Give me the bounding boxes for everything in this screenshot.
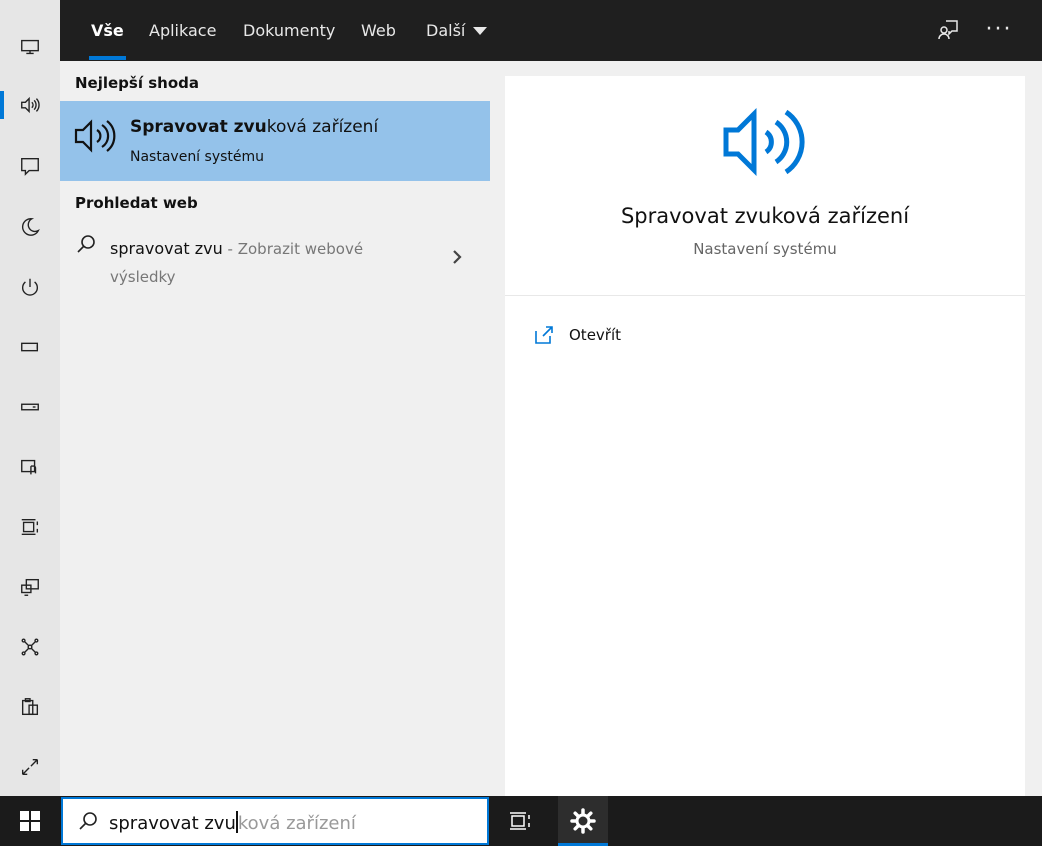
search-flyout: Vše Aplikace Dokumenty Web Další ··· Nej… bbox=[60, 0, 1042, 796]
rail-projecting[interactable] bbox=[0, 567, 60, 607]
best-match-item[interactable]: Spravovat zvuková zařízení Nastavení sys… bbox=[60, 101, 490, 181]
rail-tablet-mode[interactable] bbox=[0, 447, 60, 487]
search-autocomplete: ková zařízení bbox=[237, 813, 356, 834]
taskbar: spravovat zvu ková zařízení bbox=[0, 796, 1042, 846]
search-icon bbox=[77, 235, 95, 253]
rail-clipboard[interactable] bbox=[0, 687, 60, 727]
best-match-heading: Nejlepší shoda bbox=[75, 74, 199, 92]
rail-notifications[interactable] bbox=[0, 146, 60, 186]
tab-documents[interactable]: Dokumenty bbox=[226, 0, 352, 61]
rail-remote-desktop[interactable] bbox=[0, 747, 60, 787]
tab-apps[interactable]: Aplikace bbox=[132, 0, 233, 61]
gear-icon bbox=[570, 808, 596, 834]
rail-multitasking[interactable] bbox=[0, 507, 60, 547]
settings-rail bbox=[0, 0, 60, 796]
search-tab-bar: Vše Aplikace Dokumenty Web Další ··· bbox=[60, 0, 1042, 61]
tab-label: Vše bbox=[91, 21, 124, 40]
web-result-query: spravovat zvu bbox=[110, 239, 223, 258]
speaker-icon bbox=[723, 107, 805, 177]
sound-icon bbox=[21, 96, 40, 114]
task-view-button[interactable] bbox=[495, 796, 545, 846]
tab-label: Dokumenty bbox=[243, 21, 336, 40]
rail-sound[interactable] bbox=[0, 85, 60, 125]
chevron-right-icon[interactable] bbox=[450, 247, 464, 267]
rail-storage[interactable] bbox=[0, 387, 60, 427]
preview-subtitle: Nastavení systému bbox=[693, 240, 837, 258]
best-match-title-typed: Spravovat zvu bbox=[130, 117, 267, 137]
rail-power[interactable] bbox=[0, 267, 60, 307]
settings-taskbar-button[interactable] bbox=[558, 796, 608, 846]
clipboard-icon bbox=[21, 698, 39, 716]
preview-pane: Spravovat zvuková zařízení Nastavení sys… bbox=[505, 76, 1025, 796]
search-input[interactable]: spravovat zvu ková zařízení bbox=[109, 811, 356, 834]
shared-experiences-icon bbox=[21, 638, 39, 656]
preview-header: Spravovat zvuková zařízení Nastavení sys… bbox=[505, 76, 1025, 296]
open-label: Otevřít bbox=[569, 326, 622, 344]
tab-web[interactable]: Web bbox=[344, 0, 413, 61]
rail-focus-assist[interactable] bbox=[0, 207, 60, 247]
feedback-icon bbox=[938, 20, 958, 40]
tablet-mode-icon bbox=[21, 459, 37, 475]
power-icon bbox=[21, 278, 39, 296]
speaker-icon bbox=[74, 119, 116, 153]
focus-assist-moon-icon bbox=[21, 218, 40, 236]
tab-all[interactable]: Vše bbox=[74, 0, 141, 61]
screen: Vše Aplikace Dokumenty Web Další ··· Nej… bbox=[0, 0, 1042, 846]
tab-label: Další bbox=[426, 21, 466, 40]
more-options-button[interactable]: ··· bbox=[980, 12, 1018, 48]
web-result-item[interactable]: spravovat zvu - Zobrazit webové výsledky bbox=[60, 219, 490, 289]
tab-more[interactable]: Další bbox=[409, 0, 504, 61]
best-match-subtitle: Nastavení systému bbox=[130, 149, 265, 165]
storage-icon bbox=[21, 403, 39, 411]
notifications-icon bbox=[21, 157, 39, 176]
feedback-button[interactable] bbox=[929, 12, 967, 48]
rail-battery[interactable] bbox=[0, 327, 60, 367]
rail-shared-experiences[interactable] bbox=[0, 627, 60, 667]
results-list: Nejlepší shoda Spravovat zvuková zařízen… bbox=[60, 61, 490, 796]
tab-label: Web bbox=[361, 21, 396, 40]
taskbar-search-box[interactable]: spravovat zvu ková zařízení bbox=[61, 797, 489, 845]
best-match-title-rest: ková zařízení bbox=[266, 117, 379, 137]
task-view-icon bbox=[510, 812, 530, 830]
open-action[interactable]: Otevřít bbox=[533, 320, 621, 350]
remote-desktop-icon bbox=[21, 758, 39, 776]
best-match-title: Spravovat zvuková zařízení bbox=[130, 117, 378, 137]
preview-title: Spravovat zvuková zařízení bbox=[620, 204, 910, 228]
search-typed-text: spravovat zvu bbox=[109, 813, 236, 834]
more-dots-icon: ··· bbox=[985, 17, 1013, 42]
web-search-heading: Prohledat web bbox=[75, 194, 198, 212]
battery-icon bbox=[21, 342, 39, 352]
windows-logo-icon bbox=[20, 811, 40, 831]
search-icon bbox=[79, 812, 97, 830]
display-icon bbox=[21, 39, 39, 55]
open-external-icon bbox=[535, 326, 553, 344]
web-result-text: spravovat zvu - Zobrazit webové výsledky bbox=[110, 235, 410, 291]
multitasking-icon bbox=[21, 518, 39, 536]
start-button[interactable] bbox=[0, 796, 60, 846]
projecting-icon bbox=[21, 578, 39, 596]
rail-display[interactable] bbox=[0, 27, 60, 67]
caret-down-icon bbox=[473, 26, 488, 35]
tab-label: Aplikace bbox=[149, 21, 217, 40]
